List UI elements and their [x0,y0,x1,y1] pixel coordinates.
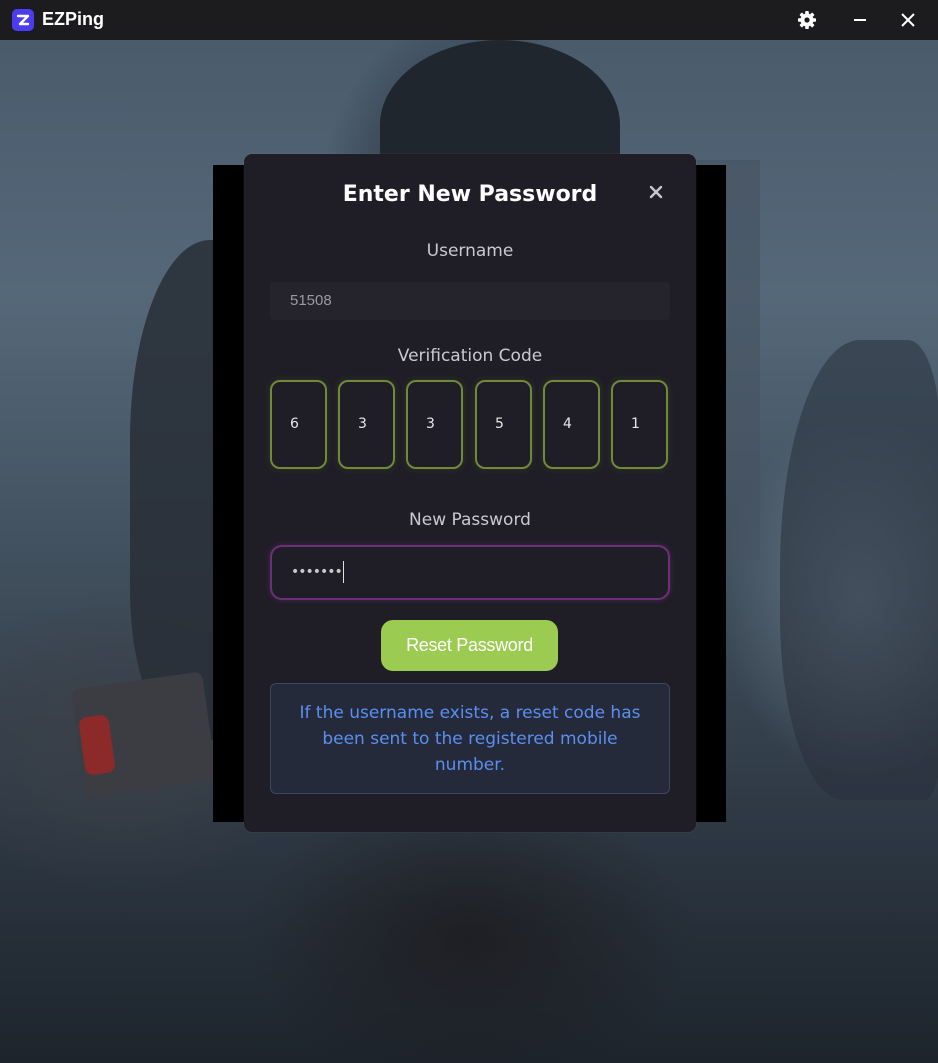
password-mask: ••••••• [291,564,343,580]
code-digit-3[interactable]: 3 [406,380,463,469]
code-digit-4[interactable]: 5 [475,380,532,469]
verification-code-inputs: 6 3 3 5 4 1 [270,380,670,469]
username-label: Username [426,241,514,261]
code-digit-6[interactable]: 1 [611,380,668,469]
code-digit-1[interactable]: 6 [270,380,327,469]
code-digit-5[interactable]: 4 [543,380,600,469]
reset-password-modal: Enter New Password Username 51508 Verifi… [244,154,696,832]
verification-code-label: Verification Code [397,346,543,366]
app-title: EZPing [42,9,104,29]
code-digit-2[interactable]: 3 [338,380,395,469]
close-icon[interactable] [896,8,920,32]
info-message: If the username exists, a reset code has… [270,683,670,794]
close-icon[interactable] [644,180,668,204]
right-figure-shape [780,340,938,800]
minimize-icon[interactable] [848,8,872,32]
reset-password-button[interactable]: Reset Password [381,620,558,671]
gear-icon[interactable] [795,8,819,32]
username-field[interactable]: 51508 [270,282,670,320]
text-caret [342,561,344,583]
new-password-label: New Password [409,510,531,530]
new-password-field[interactable]: ••••••• [270,545,670,600]
ezping-logo-icon [12,9,34,31]
title-bar: EZPing [0,0,938,40]
modal-title: Enter New Password [342,182,598,207]
